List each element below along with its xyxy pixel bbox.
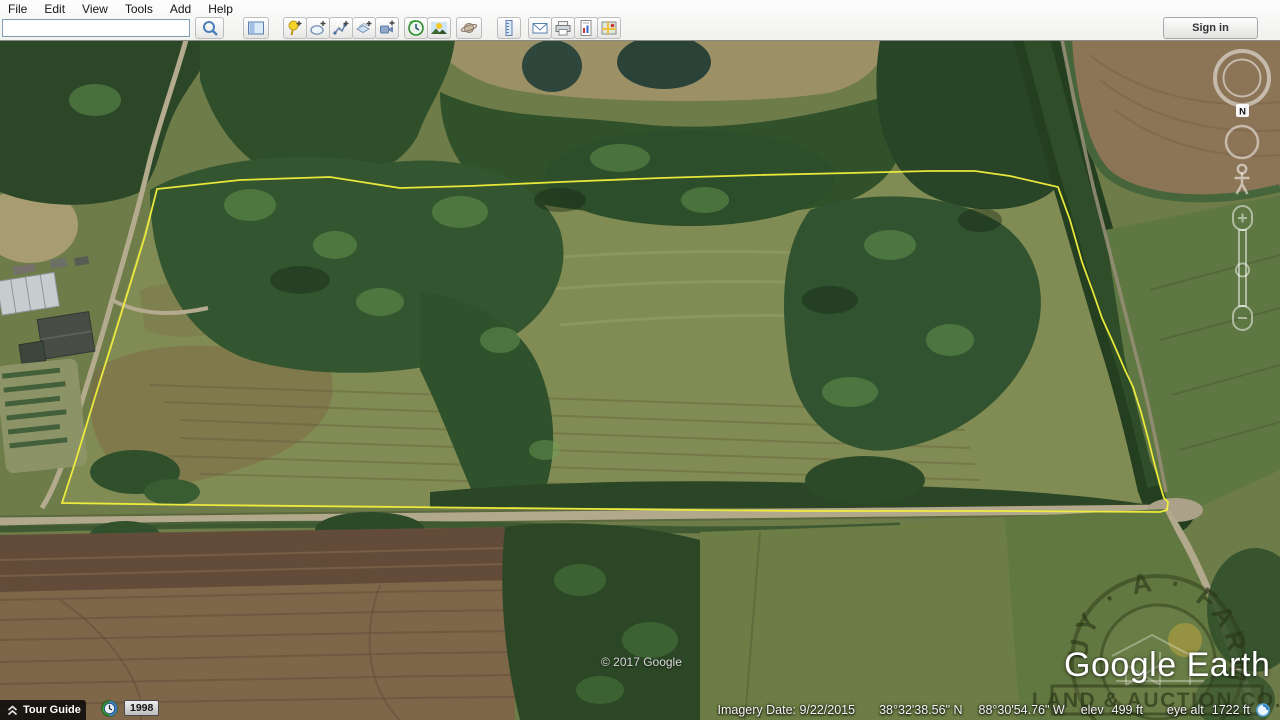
tour-guide-bar[interactable]: Tour Guide <box>0 700 86 720</box>
historical-imagery-button[interactable] <box>404 17 428 39</box>
menu-view[interactable]: View <box>82 1 108 17</box>
menu-tools[interactable]: Tools <box>125 1 153 17</box>
email-button[interactable] <box>528 17 552 39</box>
menu-help[interactable]: Help <box>208 1 233 17</box>
path-button[interactable] <box>329 17 353 39</box>
save-image-icon <box>577 19 595 37</box>
planet-icon <box>460 19 478 37</box>
imagery-date: Imagery Date: 9/22/2015 <box>718 703 856 717</box>
sidebar-toggle-button[interactable] <box>243 17 269 39</box>
sidebar-panels-icon <box>247 19 265 37</box>
streaming-indicator-icon <box>1256 703 1270 717</box>
pushpin-icon <box>286 19 304 37</box>
satellite-imagery: BUY · A · FARM LAND & AUCTION CO. N <box>0 40 1280 720</box>
ruler-icon <box>500 19 518 37</box>
sunlight-button[interactable] <box>427 17 451 39</box>
history-clock-icon <box>407 19 425 37</box>
sign-in-button[interactable]: Sign in <box>1163 17 1258 39</box>
search-button[interactable] <box>195 17 224 39</box>
chevron-up-double-icon <box>7 705 18 716</box>
image-overlay-icon <box>355 19 373 37</box>
tour-guide-label: Tour Guide <box>23 704 81 716</box>
top-toolbar: File Edit View Tools Add Help <box>0 0 1280 41</box>
compass-north-badge[interactable]: N <box>1236 104 1249 118</box>
view-in-maps-button[interactable] <box>597 17 621 39</box>
menu-edit[interactable]: Edit <box>44 1 65 17</box>
polygon-icon <box>309 19 327 37</box>
record-tour-button[interactable] <box>375 17 399 39</box>
map-copyright: © 2017 Google <box>601 655 682 669</box>
print-button[interactable] <box>551 17 575 39</box>
eye-alt-label: eye alt <box>1167 703 1204 717</box>
google-earth-logo: Google Earth <box>1064 646 1270 685</box>
longitude-readout: 88°30'54.76" W <box>979 703 1065 717</box>
placemark-button[interactable] <box>283 17 307 39</box>
search-icon <box>201 19 219 37</box>
status-bar: Imagery Date: 9/22/2015 38°32'38.56" N 8… <box>718 703 1271 717</box>
envelope-icon <box>531 19 549 37</box>
menu-bar: File Edit View Tools Add Help <box>8 1 250 17</box>
eye-alt-value: 1722 ft <box>1212 703 1250 717</box>
save-image-button[interactable] <box>574 17 598 39</box>
map-icon <box>600 19 618 37</box>
planets-button[interactable] <box>456 17 482 39</box>
timeline-year-badge[interactable]: 1998 <box>124 700 159 716</box>
menu-file[interactable]: File <box>8 1 27 17</box>
sun-icon <box>430 19 448 37</box>
time-slider-clock-icon[interactable] <box>101 700 118 717</box>
elev-value: 499 ft <box>1112 703 1143 717</box>
path-icon <box>332 19 350 37</box>
google-earth-window: { "menu": {"items": ["File", "Edit", "Vi… <box>0 0 1280 720</box>
svg-text:N: N <box>1239 107 1246 118</box>
printer-icon <box>554 19 572 37</box>
ruler-button[interactable] <box>497 17 521 39</box>
map-viewport[interactable]: BUY · A · FARM LAND & AUCTION CO. N <box>0 40 1280 720</box>
elev-label: elev <box>1081 703 1104 717</box>
polygon-button[interactable] <box>306 17 330 39</box>
menu-add[interactable]: Add <box>170 1 191 17</box>
image-overlay-button[interactable] <box>352 17 376 39</box>
camcorder-icon <box>378 19 396 37</box>
search-input[interactable] <box>2 19 190 37</box>
latitude-readout: 38°32'38.56" N <box>879 703 962 717</box>
